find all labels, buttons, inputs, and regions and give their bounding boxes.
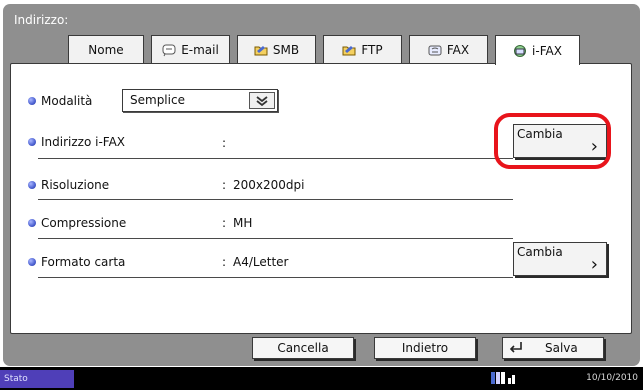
bullet-icon bbox=[28, 258, 36, 266]
mode-select[interactable]: Semplice bbox=[122, 89, 278, 112]
mode-label: Modalità bbox=[41, 94, 93, 108]
tab-email[interactable]: E-mail bbox=[151, 35, 230, 64]
tab-label: E-mail bbox=[181, 43, 219, 57]
cancel-button-label: Cancella bbox=[277, 341, 329, 355]
change-paper-format-button[interactable]: Cambia › bbox=[513, 242, 607, 276]
bullet-icon bbox=[28, 138, 36, 146]
change-button-label: Cambia bbox=[517, 245, 563, 259]
window-title: Indirizzo: bbox=[14, 13, 69, 27]
paper-format-value: A4/Letter bbox=[233, 255, 289, 269]
status-date: 10/10/2010 bbox=[586, 373, 638, 383]
folder-icon bbox=[342, 43, 356, 57]
save-button-label: Salva bbox=[545, 341, 578, 355]
resolution-value: 200x200dpi bbox=[233, 178, 305, 192]
paper-format-separator: : bbox=[222, 255, 227, 269]
tab-smb[interactable]: SMB bbox=[237, 35, 316, 64]
paper-format-label: Formato carta bbox=[41, 255, 126, 269]
folder-icon bbox=[254, 43, 268, 57]
divider bbox=[38, 238, 513, 239]
email-icon bbox=[162, 43, 176, 57]
save-button[interactable]: Salva bbox=[502, 337, 604, 359]
compression-value: MH bbox=[233, 216, 253, 230]
bullet-icon bbox=[28, 219, 36, 227]
tab-fax[interactable]: FAX bbox=[409, 35, 488, 64]
resolution-separator: : bbox=[222, 178, 227, 192]
tab-label: Nome bbox=[88, 43, 124, 57]
ifax-icon bbox=[513, 44, 527, 58]
divider bbox=[38, 199, 513, 200]
tab-ifax[interactable]: i-FAX bbox=[495, 35, 580, 65]
signal-icon bbox=[491, 370, 517, 384]
enter-icon bbox=[509, 341, 523, 356]
back-button[interactable]: Indietro bbox=[374, 337, 476, 359]
cancel-button[interactable]: Cancella bbox=[252, 337, 354, 359]
tab-ftp[interactable]: FTP bbox=[323, 35, 402, 64]
status-bar bbox=[0, 367, 643, 390]
back-button-label: Indietro bbox=[401, 341, 449, 355]
compression-separator: : bbox=[222, 216, 227, 230]
bullet-icon bbox=[28, 181, 36, 189]
tab-label: FAX bbox=[446, 43, 470, 57]
highlight-annotation bbox=[494, 113, 611, 169]
chevron-right-icon: › bbox=[590, 254, 598, 275]
divider bbox=[38, 158, 513, 159]
tab-label: FTP bbox=[361, 43, 383, 57]
tab-label: i-FAX bbox=[532, 43, 562, 58]
status-button[interactable]: Stato bbox=[0, 370, 74, 388]
chevron-down-icon bbox=[249, 92, 275, 109]
ifax-address-separator: : bbox=[222, 136, 227, 150]
divider bbox=[38, 277, 513, 278]
resolution-label: Risoluzione bbox=[41, 178, 110, 192]
bullet-icon bbox=[28, 97, 36, 105]
tab-nome[interactable]: Nome bbox=[68, 35, 144, 64]
ifax-address-label: Indirizzo i-FAX bbox=[41, 135, 126, 149]
compression-label: Compressione bbox=[41, 216, 127, 230]
tab-label: SMB bbox=[272, 43, 300, 57]
mode-select-value: Semplice bbox=[130, 93, 185, 107]
fax-icon bbox=[428, 43, 442, 57]
